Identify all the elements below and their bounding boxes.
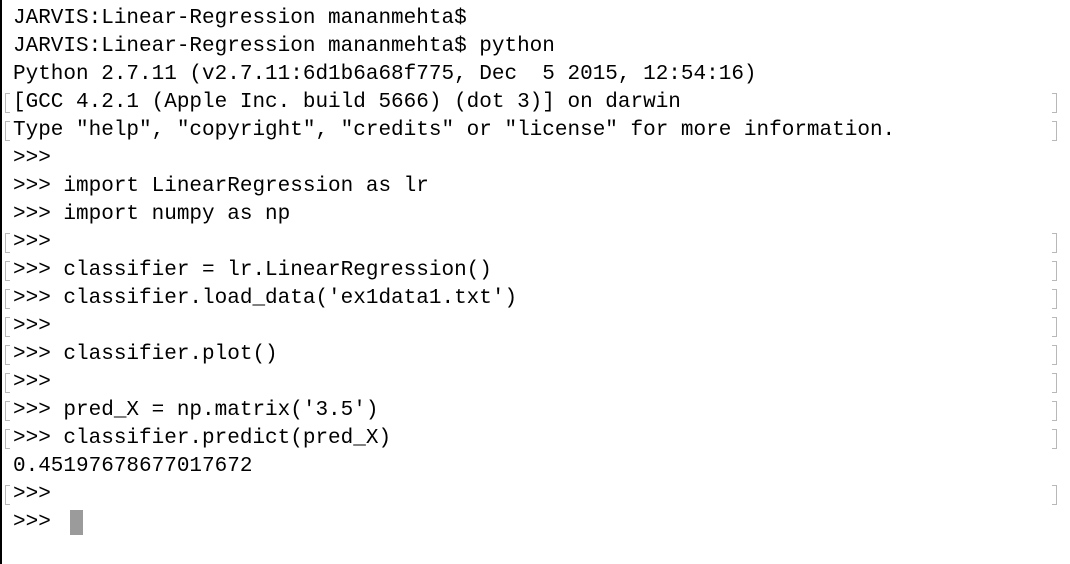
terminal-window[interactable]: JARVIS:Linear-Regression mananmehta$ JAR… bbox=[0, 0, 1070, 564]
line-marker-right bbox=[1052, 317, 1057, 337]
line-marker-right bbox=[1052, 121, 1057, 141]
terminal-output: 0.45197678677017672 bbox=[13, 455, 253, 478]
line-marker-right bbox=[1052, 233, 1057, 253]
text-cursor bbox=[70, 510, 83, 535]
line-marker-right bbox=[1052, 401, 1057, 421]
terminal-line: JARVIS:Linear-Regression mananmehta$ pyt… bbox=[13, 35, 555, 58]
terminal-line: >>> bbox=[13, 483, 51, 506]
line-marker-right bbox=[1052, 373, 1057, 393]
terminal-line: >>> bbox=[13, 231, 51, 254]
line-marker-left bbox=[5, 121, 10, 141]
line-marker-right bbox=[1052, 345, 1057, 365]
terminal-prompt[interactable]: >>> bbox=[13, 509, 63, 537]
line-marker-left bbox=[5, 429, 10, 449]
line-marker-left bbox=[5, 233, 10, 253]
line-marker-left bbox=[5, 345, 10, 365]
line-marker-left bbox=[5, 373, 10, 393]
terminal-line: >>> bbox=[13, 315, 51, 338]
line-marker-left bbox=[5, 317, 10, 337]
line-marker-right bbox=[1052, 93, 1057, 113]
line-marker-right bbox=[1052, 261, 1057, 281]
terminal-line: >>> classifier.load_data('ex1data1.txt') bbox=[13, 287, 518, 310]
terminal-line: JARVIS:Linear-Regression mananmehta$ bbox=[13, 7, 467, 30]
line-marker-right bbox=[1052, 485, 1057, 505]
terminal-line: >>> pred_X = np.matrix('3.5') bbox=[13, 399, 379, 422]
terminal-line: Type "help", "copyright", "credits" or "… bbox=[13, 119, 896, 142]
line-marker-right bbox=[1052, 429, 1057, 449]
terminal-line: >>> bbox=[13, 371, 51, 394]
terminal-line: >>> import numpy as np bbox=[13, 203, 291, 226]
line-marker-left bbox=[5, 93, 10, 113]
terminal-line: >>> bbox=[13, 147, 51, 170]
line-marker-left bbox=[5, 401, 10, 421]
line-marker-left bbox=[5, 485, 10, 505]
terminal-line: Python 2.7.11 (v2.7.11:6d1b6a68f775, Dec… bbox=[13, 63, 757, 86]
terminal-line: >>> import LinearRegression as lr bbox=[13, 175, 429, 198]
terminal-line: >>> classifier.plot() bbox=[13, 343, 278, 366]
line-marker-left bbox=[5, 289, 10, 309]
line-marker-right bbox=[1052, 289, 1057, 309]
terminal-line: >>> classifier = lr.LinearRegression() bbox=[13, 259, 492, 282]
line-marker-left bbox=[5, 261, 10, 281]
terminal-line: >>> classifier.predict(pred_X) bbox=[13, 427, 392, 450]
terminal-line: [GCC 4.2.1 (Apple Inc. build 5666) (dot … bbox=[13, 91, 681, 114]
